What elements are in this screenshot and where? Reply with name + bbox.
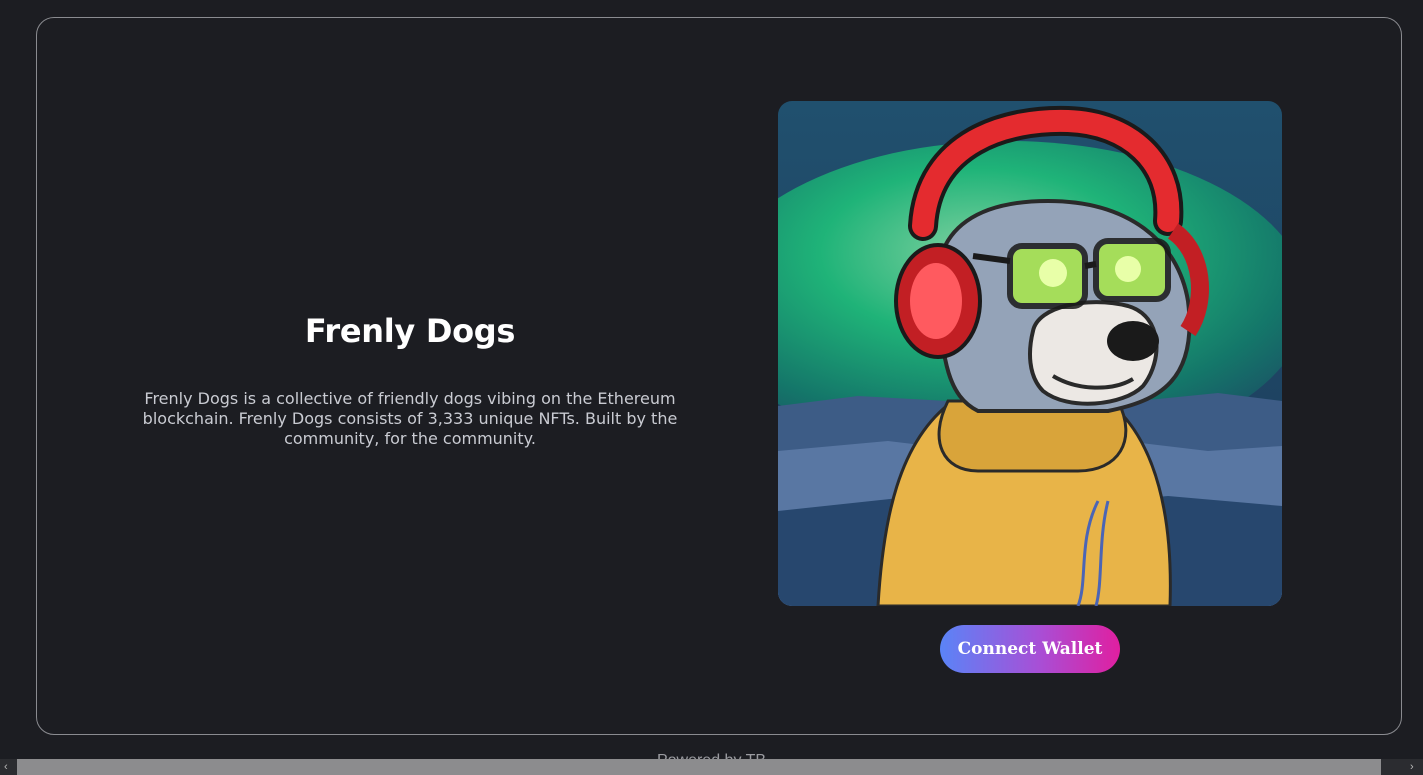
project-description: Frenly Dogs is a collective of friendly … [142, 389, 678, 448]
scroll-right-arrow-icon[interactable]: › [1410, 761, 1414, 773]
scroll-left-arrow-icon[interactable]: ‹ [4, 761, 8, 773]
scrollbar-thumb[interactable] [17, 759, 1381, 775]
horizontal-scrollbar[interactable]: ‹ › [0, 759, 1423, 775]
connect-wallet-button[interactable]: Connect Wallet [940, 625, 1120, 673]
nft-artwork [778, 101, 1282, 606]
page-title: Frenly Dogs [304, 312, 516, 350]
page: Frenly Dogs Frenly Dogs is a collective … [0, 0, 1423, 775]
